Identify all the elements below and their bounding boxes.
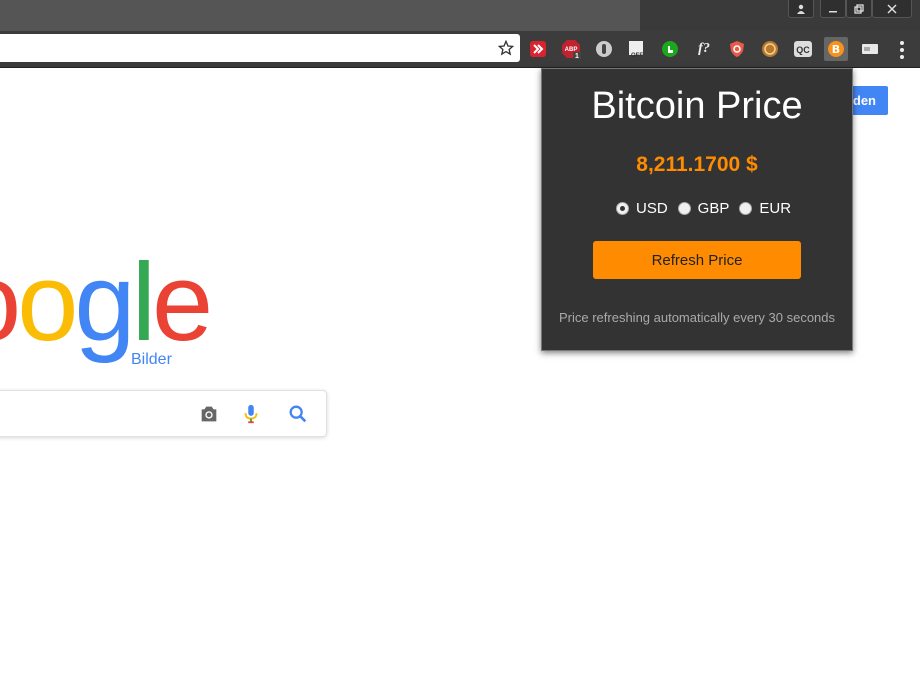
more-vertical-icon[interactable] [896, 39, 908, 61]
gbp-radio[interactable] [677, 202, 691, 215]
title-bar [0, 0, 920, 31]
eur-radio[interactable] [739, 202, 753, 215]
minimize-icon [829, 10, 837, 12]
bitcoin-price-popup: Bitcoin Price 8,211.1700 $ USD GBP EUR R… [541, 68, 853, 351]
logo-letter: l [131, 241, 157, 364]
close-window-button[interactable] [872, 0, 912, 18]
star-icon[interactable] [498, 40, 514, 56]
bitcoin-extension-icon[interactable]: B [824, 37, 848, 61]
font-finder-icon[interactable]: f? [694, 39, 714, 59]
svg-text:1: 1 [575, 53, 579, 59]
close-icon [887, 3, 897, 14]
eur-label[interactable]: EUR [759, 200, 791, 217]
minimize-button[interactable] [820, 0, 846, 18]
card-extension-icon[interactable] [860, 39, 880, 59]
restore-icon [854, 3, 864, 14]
red-arrow-extension-icon[interactable] [528, 39, 548, 59]
search-input[interactable] [0, 390, 327, 437]
search-icon[interactable] [287, 403, 309, 425]
restore-button[interactable] [846, 0, 872, 18]
address-bar[interactable] [0, 34, 520, 62]
browser-toolbar: ABP 1 OFF f? QC B [0, 31, 920, 68]
svg-text:QC: QC [796, 45, 810, 55]
qc-extension-icon[interactable]: QC [793, 39, 813, 59]
logo-letter: o [0, 241, 21, 364]
profile-button[interactable] [788, 0, 814, 18]
person-icon [797, 4, 805, 14]
microphone-icon[interactable] [240, 403, 262, 425]
logo-subtitle: Bilder [131, 351, 172, 368]
shield-extension-icon[interactable] [727, 39, 747, 59]
logo-letter: g [74, 241, 135, 364]
usd-label[interactable]: USD [636, 200, 668, 217]
price-value: 8,211.1700 $ [636, 153, 758, 176]
google-logo: oogle [0, 248, 213, 358]
adblock-icon[interactable]: ABP 1 [561, 39, 581, 59]
svg-text:B: B [832, 43, 840, 56]
logo-letter: o [17, 241, 78, 364]
green-hand-extension-icon[interactable] [660, 39, 680, 59]
grey-circle-extension-icon[interactable] [594, 39, 614, 59]
popup-title: Bitcoin Price [591, 85, 803, 127]
refresh-price-button[interactable]: Refresh Price [593, 241, 801, 279]
tab-edge [600, 0, 640, 31]
refresh-note: Price refreshing automatically every 30 … [558, 310, 836, 325]
camera-icon[interactable] [198, 403, 220, 425]
off-extension-icon[interactable]: OFF [627, 39, 647, 59]
usd-radio[interactable] [616, 202, 629, 215]
currency-selector: USD GBP EUR [616, 200, 801, 217]
coin-extension-icon[interactable] [760, 39, 780, 59]
browser-tab[interactable] [0, 0, 640, 31]
svg-text:OFF: OFF [631, 53, 643, 59]
logo-letter: e [152, 241, 213, 364]
gbp-label[interactable]: GBP [698, 200, 730, 217]
